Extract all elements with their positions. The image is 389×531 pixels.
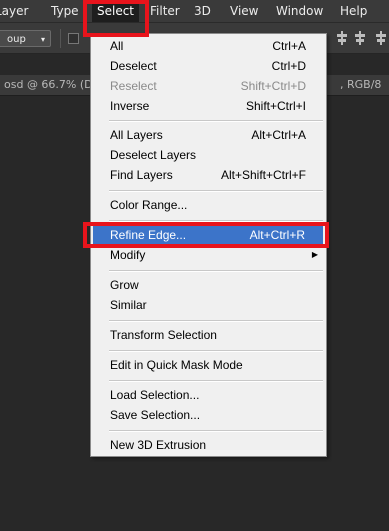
options-divider <box>60 29 61 48</box>
document-tab-title: osd @ 66.7% (D <box>4 78 93 91</box>
menu-item-modify[interactable]: Modify ▶ <box>91 245 326 265</box>
menu-window[interactable]: Window <box>276 0 323 22</box>
menu-item-label: Load Selection... <box>110 388 200 402</box>
menu-filter[interactable]: Filter <box>150 0 180 22</box>
menu-item-label: Similar <box>110 298 147 312</box>
menu-separator <box>109 430 323 432</box>
menu-item-label: Inverse <box>110 99 150 113</box>
menu-item-reselect[interactable]: Reselect Shift+Ctrl+D <box>91 76 326 96</box>
annotation-highlight-refine-edge <box>83 222 329 248</box>
menu-item-load-selection[interactable]: Load Selection... <box>91 385 326 405</box>
menu-item-new-3d-extrusion[interactable]: New 3D Extrusion <box>91 435 326 455</box>
menu-item-shortcut: Shift+Ctrl+D <box>240 79 306 93</box>
menu-item-shortcut: Shift+Ctrl+I <box>245 99 306 113</box>
menu-item-similar[interactable]: Similar <box>91 295 326 315</box>
align-right-icon[interactable] <box>374 30 388 46</box>
menu-item-find-layers[interactable]: Find Layers Alt+Shift+Ctrl+F <box>91 165 326 185</box>
menu-item-label: All <box>110 39 124 53</box>
align-center-icon[interactable] <box>353 30 367 46</box>
menu-separator <box>109 350 323 352</box>
menu-item-shortcut: Ctrl+D <box>271 59 306 73</box>
document-color-mode: , RGB/8 <box>340 78 382 91</box>
menu-bar: Layer Type Select Filter 3D View Window … <box>0 0 389 23</box>
menu-item-label: Deselect <box>110 59 157 73</box>
menu-item-color-range[interactable]: Color Range... <box>91 195 326 215</box>
menu-item-deselect-layers[interactable]: Deselect Layers <box>91 145 326 165</box>
menu-item-label: Save Selection... <box>110 408 201 422</box>
auto-select-group-dropdown[interactable]: oup ▾ <box>0 30 51 47</box>
menu-item-transform-selection[interactable]: Transform Selection <box>91 325 326 345</box>
menu-item-shortcut: Ctrl+A <box>272 39 306 53</box>
menu-item-label: Grow <box>110 278 139 292</box>
menu-item-save-selection[interactable]: Save Selection... <box>91 405 326 425</box>
menu-item-label: Find Layers <box>110 168 173 182</box>
menu-item-label: All Layers <box>110 128 163 142</box>
menu-item-label: Modify <box>110 248 146 262</box>
submenu-arrow-icon: ▶ <box>311 250 318 259</box>
menu-item-shortcut: Alt+Ctrl+A <box>251 128 306 142</box>
menu-view[interactable]: View <box>230 0 258 22</box>
menu-item-label: Transform Selection <box>110 328 217 342</box>
menu-item-inverse[interactable]: Inverse Shift+Ctrl+I <box>91 96 326 116</box>
menu-item-grow[interactable]: Grow <box>91 275 326 295</box>
menu-item-label: Reselect <box>110 79 157 93</box>
menu-layer[interactable]: Layer <box>0 0 28 22</box>
show-transform-controls-checkbox[interactable] <box>68 33 79 44</box>
menu-item-edit-in-quick-mask-mode[interactable]: Edit in Quick Mask Mode <box>91 355 326 375</box>
menu-item-label: Deselect Layers <box>110 148 197 162</box>
menu-separator <box>109 380 323 382</box>
dropdown-arrow-icon: ▾ <box>40 35 45 44</box>
align-left-icon[interactable] <box>335 30 349 46</box>
menu-type[interactable]: Type <box>51 0 79 22</box>
menu-help[interactable]: Help <box>340 0 367 22</box>
menu-item-label: Color Range... <box>110 198 188 212</box>
menu-item-shortcut: Alt+Shift+Ctrl+F <box>220 168 306 182</box>
menu-item-all[interactable]: All Ctrl+A <box>91 36 326 56</box>
menu-separator <box>109 190 323 192</box>
menu-separator <box>109 120 323 122</box>
menu-item-all-layers[interactable]: All Layers Alt+Ctrl+A <box>91 125 326 145</box>
annotation-highlight-select-menu <box>83 0 149 37</box>
menu-3d[interactable]: 3D <box>194 0 211 22</box>
menu-item-label: Edit in Quick Mask Mode <box>110 358 243 372</box>
menu-separator <box>109 270 323 272</box>
menu-separator <box>109 320 323 322</box>
group-dropdown-value: oup <box>7 34 26 45</box>
menu-item-deselect[interactable]: Deselect Ctrl+D <box>91 56 326 76</box>
menu-item-label: New 3D Extrusion <box>110 438 207 452</box>
